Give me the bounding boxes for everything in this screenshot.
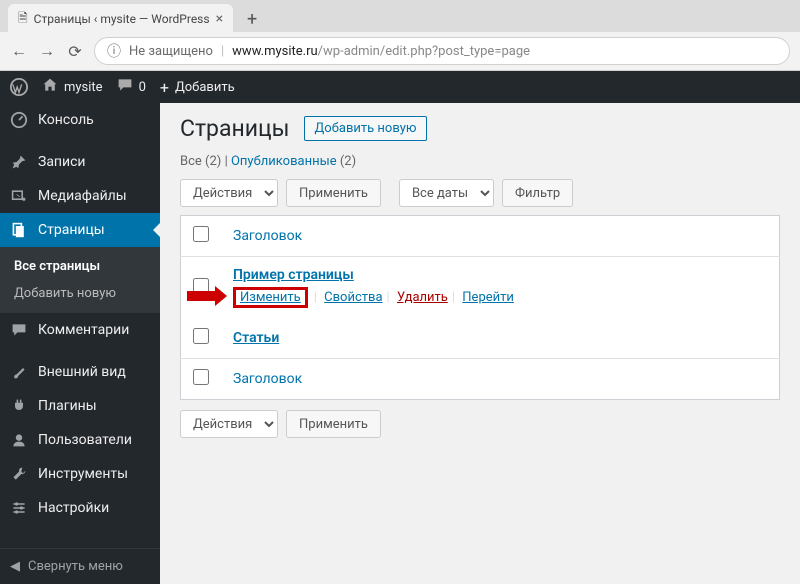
- wp-admin-bar: mysite 0 + Добавить: [0, 71, 800, 103]
- wp-logo[interactable]: [10, 78, 28, 96]
- annotation-arrow-icon: [187, 288, 227, 304]
- back-icon[interactable]: ←: [10, 41, 28, 61]
- site-link[interactable]: mysite: [42, 77, 103, 97]
- browser-tab[interactable]: 🗎 Страницы ‹ mysite — WordPress ×: [8, 4, 233, 32]
- select-all-checkbox[interactable]: [193, 226, 209, 242]
- dashboard-icon: [10, 111, 28, 129]
- plugin-icon: [10, 397, 28, 415]
- filter-all[interactable]: Все (2): [180, 154, 221, 169]
- wrench-icon: [10, 465, 28, 483]
- sidebar-item-pages[interactable]: Страницы: [0, 213, 160, 247]
- pages-icon: [10, 221, 28, 239]
- new-tab-button[interactable]: +: [239, 6, 265, 32]
- sidebar-item-posts[interactable]: Записи: [0, 145, 160, 179]
- date-filter-select[interactable]: Все даты: [399, 179, 494, 207]
- tablenav-top: Действия Применить Все даты Фильтр: [180, 179, 780, 207]
- sidebar-submenu-pages: Все страницы Добавить новую: [0, 247, 160, 313]
- action-trash[interactable]: Удалить: [397, 290, 448, 305]
- page-icon: 🗎: [18, 9, 28, 30]
- filter-published[interactable]: Опубликованные (2): [231, 154, 356, 169]
- table-row: Статьи: [181, 318, 780, 359]
- status-filters: Все (2) | Опубликованные (2): [180, 154, 780, 169]
- pages-table: Заголовок Пример страницы Изменить| Свой…: [180, 215, 780, 400]
- action-view[interactable]: Перейти: [462, 290, 514, 305]
- collapse-icon: ◀: [10, 559, 20, 574]
- browser-tab-strip: 🗎 Страницы ‹ mysite — WordPress × +: [0, 0, 800, 32]
- close-tab-icon[interactable]: ×: [216, 11, 223, 27]
- bulk-action-select[interactable]: Действия: [180, 179, 278, 207]
- user-icon: [10, 431, 28, 449]
- sidebar-item-media[interactable]: Медиафайлы: [0, 179, 160, 213]
- action-quick-edit[interactable]: Свойства: [324, 290, 382, 305]
- comment-icon: [10, 321, 28, 339]
- admin-sidebar: Консоль Записи Медиафайлы Страницы Все с…: [0, 103, 160, 584]
- sidebar-item-tools[interactable]: Инструменты: [0, 457, 160, 491]
- url-text: www.mysite.ru/wp-admin/edit.php?post_typ…: [232, 44, 530, 59]
- sidebar-item-settings[interactable]: Настройки: [0, 491, 160, 525]
- action-edit[interactable]: Изменить: [240, 290, 301, 305]
- select-all-checkbox-bottom[interactable]: [193, 369, 209, 385]
- insecure-label: Не защищено: [129, 44, 213, 59]
- submenu-all-pages[interactable]: Все страницы: [0, 253, 160, 280]
- comment-icon: [117, 77, 133, 97]
- sidebar-item-plugins[interactable]: Плагины: [0, 389, 160, 423]
- info-icon[interactable]: ⓘ: [107, 41, 121, 61]
- reload-icon[interactable]: ⟳: [66, 42, 84, 61]
- sidebar-item-appearance[interactable]: Внешний вид: [0, 355, 160, 389]
- forward-icon[interactable]: →: [38, 41, 56, 61]
- row-actions: Изменить| Свойства| Удалить| Перейти: [233, 287, 767, 308]
- plus-icon: +: [160, 78, 169, 97]
- annotation-highlight: Изменить: [233, 287, 308, 308]
- browser-chrome: 🗎 Страницы ‹ mysite — WordPress × + ← → …: [0, 0, 800, 71]
- add-new-button[interactable]: Добавить новую: [304, 116, 428, 141]
- sidebar-item-dashboard[interactable]: Консоль: [0, 103, 160, 137]
- browser-tab-title: Страницы ‹ mysite — WordPress: [34, 12, 210, 26]
- column-title[interactable]: Заголовок: [233, 228, 302, 244]
- sidebar-item-users[interactable]: Пользователи: [0, 423, 160, 457]
- apply-button[interactable]: Применить: [286, 179, 381, 207]
- address-bar[interactable]: ⓘ Не защищено | www.mysite.ru/wp-admin/e…: [94, 37, 790, 65]
- apply-button-bottom[interactable]: Применить: [286, 410, 381, 438]
- sidebar-item-comments[interactable]: Комментарии: [0, 313, 160, 347]
- row-checkbox[interactable]: [193, 328, 209, 344]
- tablenav-bottom: Действия Применить: [180, 410, 780, 438]
- page-title: Страницы: [180, 115, 290, 142]
- home-icon: [42, 77, 58, 97]
- add-new-link[interactable]: + Добавить: [160, 78, 235, 97]
- filter-button[interactable]: Фильтр: [502, 179, 573, 207]
- column-title-bottom[interactable]: Заголовок: [233, 371, 302, 387]
- brush-icon: [10, 363, 28, 381]
- collapse-menu[interactable]: ◀ Свернуть меню: [0, 548, 160, 584]
- row-title-link[interactable]: Статьи: [233, 330, 279, 346]
- pin-icon: [10, 153, 28, 171]
- bulk-action-select-bottom[interactable]: Действия: [180, 410, 278, 438]
- comments-link[interactable]: 0: [117, 77, 146, 97]
- submenu-add-page[interactable]: Добавить новую: [0, 280, 160, 307]
- table-row: Пример страницы Изменить| Свойства| Удал…: [181, 257, 780, 319]
- main-content: Страницы Добавить новую Все (2) | Опубли…: [160, 103, 800, 584]
- media-icon: [10, 187, 28, 205]
- row-title-link[interactable]: Пример страницы: [233, 267, 354, 283]
- sliders-icon: [10, 499, 28, 517]
- browser-toolbar: ← → ⟳ ⓘ Не защищено | www.mysite.ru/wp-a…: [0, 32, 800, 70]
